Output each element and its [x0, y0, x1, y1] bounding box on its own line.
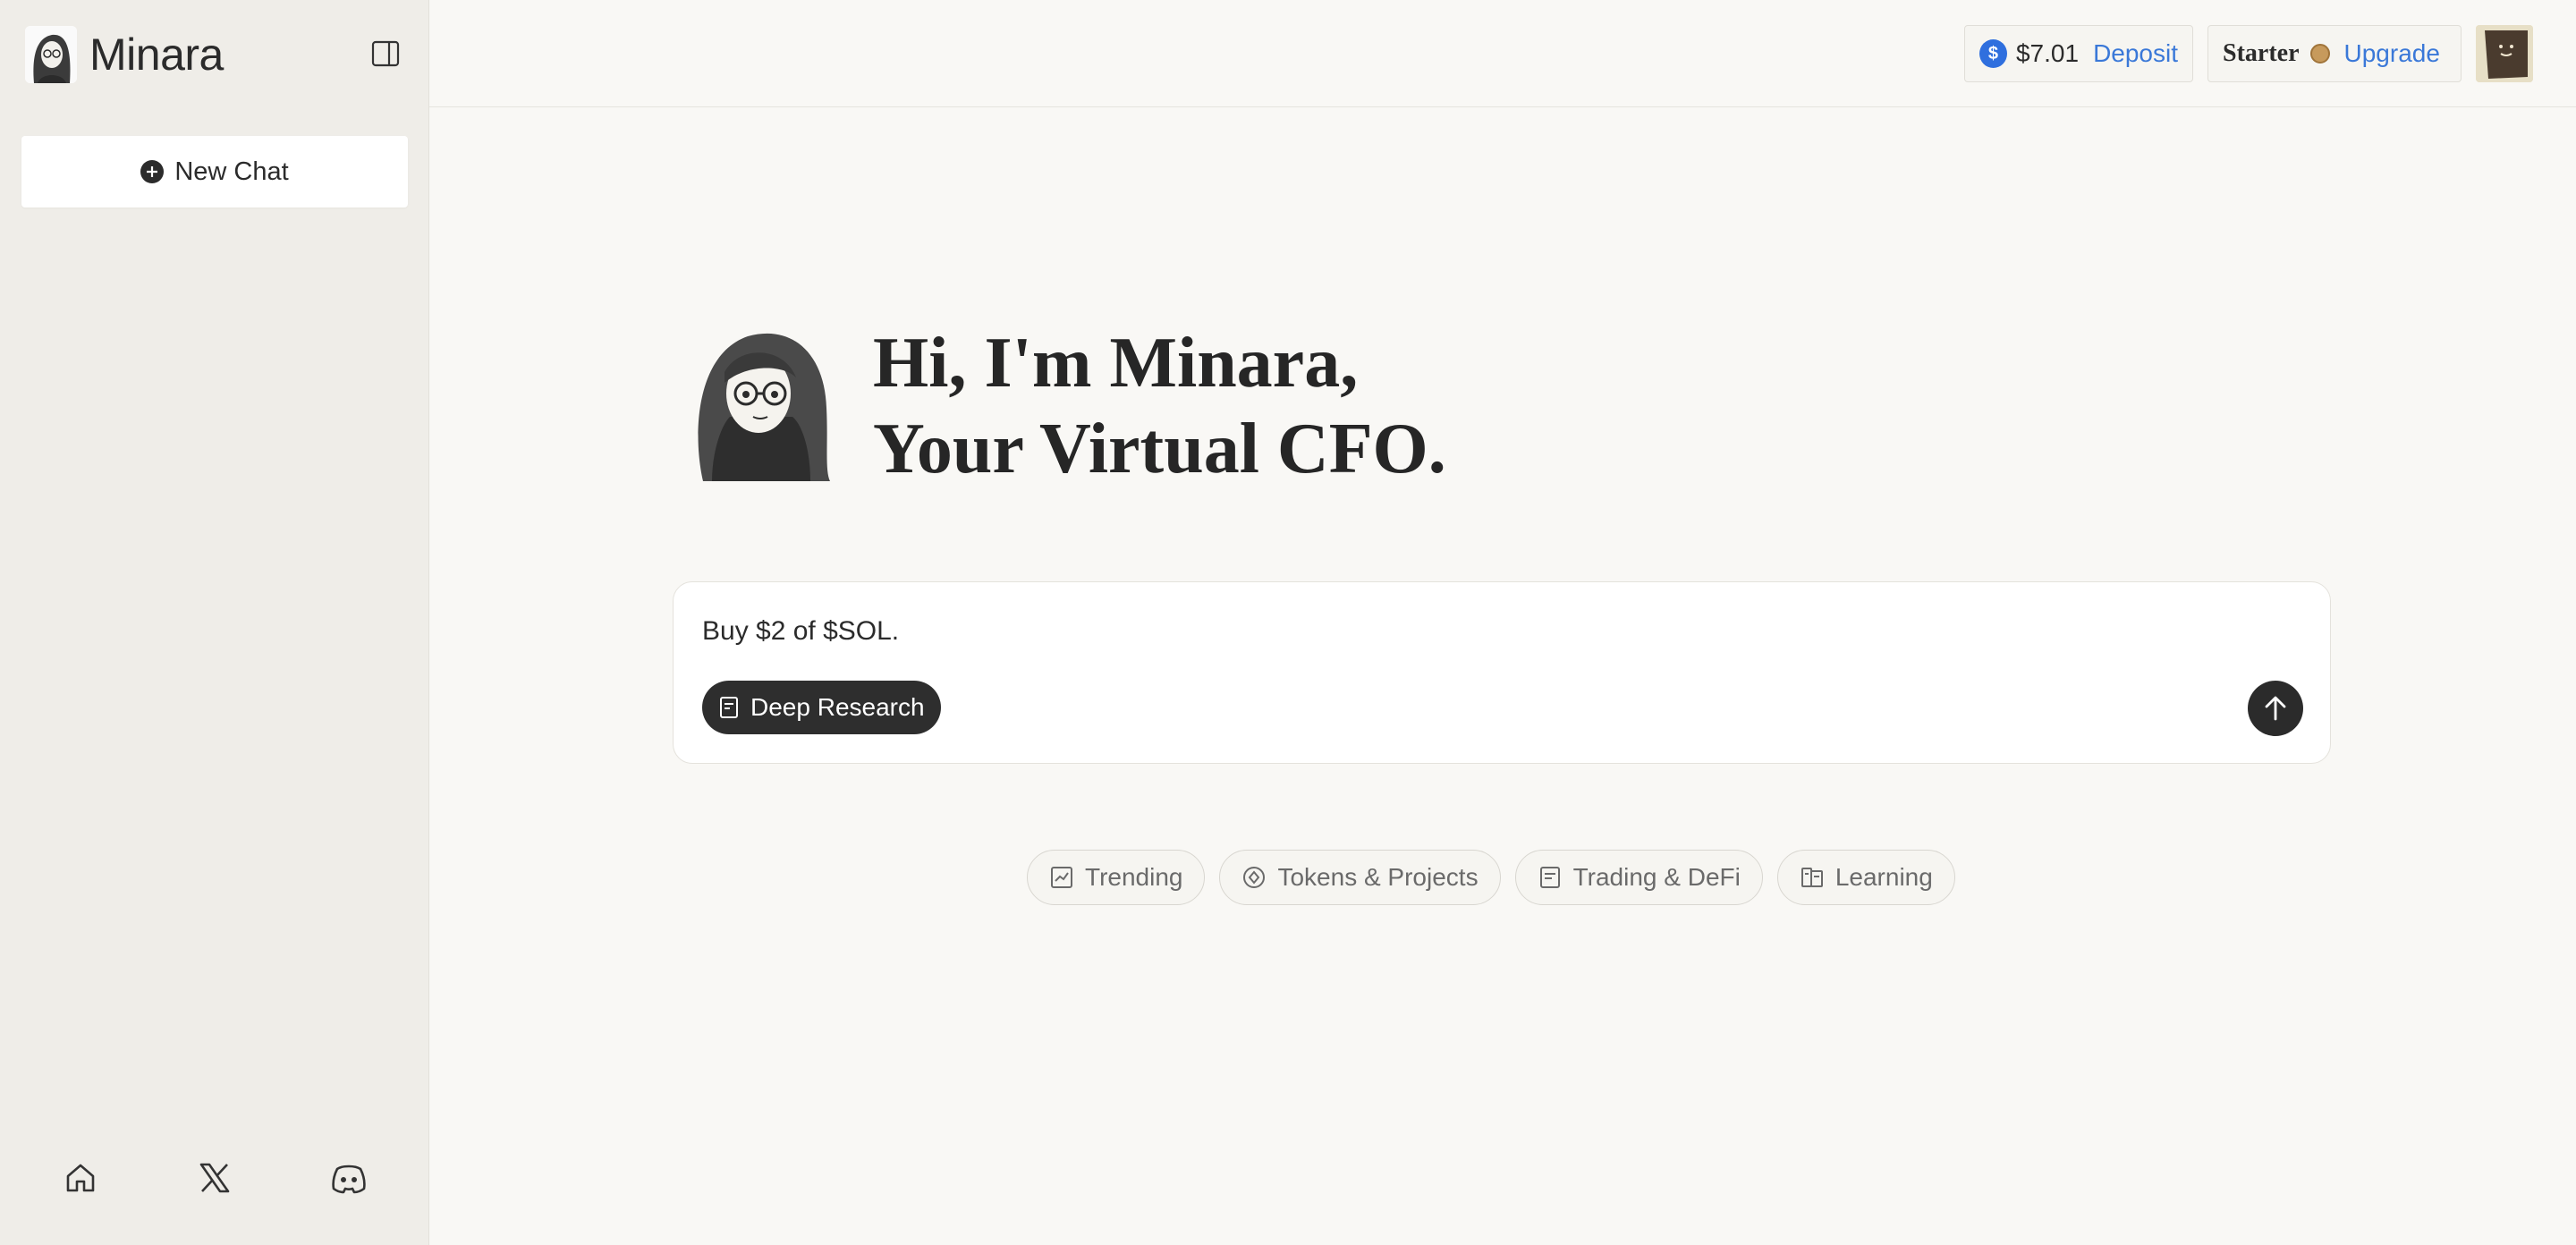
- app-root: Minara New Chat $ $7.01 Deposit Starter …: [0, 0, 2576, 1245]
- plus-circle-icon: [140, 160, 165, 183]
- composer-input[interactable]: Buy $2 of $SOL.: [702, 616, 899, 647]
- arrow-up-icon: [2265, 696, 2286, 721]
- usdc-coin-icon: $: [1979, 39, 2007, 68]
- minara-logo-avatar: [25, 26, 77, 83]
- new-chat-label: New Chat: [174, 157, 289, 186]
- chip-label: Trading & DeFi: [1572, 863, 1741, 891]
- chip-label: Learning: [1835, 863, 1933, 891]
- user-avatar[interactable]: [2476, 25, 2533, 82]
- sidebar: Minara New Chat: [0, 0, 429, 1245]
- deep-research-label: Deep Research: [750, 693, 925, 721]
- plan-badge-icon: [2309, 44, 2330, 64]
- chip-learning[interactable]: Learning: [1776, 850, 1955, 905]
- chip-trending[interactable]: Trending: [1027, 850, 1206, 905]
- upgrade-link[interactable]: Upgrade: [2344, 39, 2440, 68]
- top-bar: $ $7.01 Deposit Starter Upgrade: [429, 0, 2576, 107]
- deposit-link[interactable]: Deposit: [2093, 39, 2178, 68]
- token-icon: [1243, 867, 1266, 888]
- sidebar-toggle-button[interactable]: [368, 36, 403, 72]
- chat-composer[interactable]: Buy $2 of $SOL. Deep Research: [673, 581, 2331, 764]
- deep-research-button[interactable]: Deep Research: [702, 681, 941, 734]
- suggestion-chips: Trending Tokens & Projects Trading & DeF…: [1027, 850, 1955, 905]
- chip-tokens-projects[interactable]: Tokens & Projects: [1219, 850, 1501, 905]
- book-icon: [1801, 868, 1823, 887]
- sidebar-footer: [0, 1147, 429, 1209]
- send-button[interactable]: [2248, 681, 2303, 736]
- main-area: $ $7.01 Deposit Starter Upgrade Hi, I'm …: [429, 0, 2576, 1245]
- hero: Hi, I'm Minara, Your Virtual CFO.: [685, 318, 1758, 488]
- hero-line-1: Hi, I'm Minara,: [873, 324, 1359, 402]
- chip-label: Trending: [1085, 863, 1183, 891]
- hero-headline: Hi, I'm Minara, Your Virtual CFO.: [873, 320, 1446, 492]
- sidebar-header: Minara: [25, 25, 403, 84]
- balance-amount: $7.01: [2015, 39, 2080, 67]
- minara-portrait: [685, 318, 837, 481]
- sidebar-panel-icon: [371, 40, 400, 67]
- discord-icon[interactable]: [326, 1156, 371, 1200]
- wallet-balance-box: $ $7.01 Deposit: [1964, 25, 2193, 82]
- document-icon: [720, 697, 738, 718]
- new-chat-button[interactable]: New Chat: [21, 136, 408, 208]
- x-logo-icon[interactable]: [192, 1156, 237, 1200]
- app-name: Minara: [89, 30, 224, 80]
- home-icon[interactable]: [58, 1156, 103, 1200]
- hero-line-2: Your Virtual CFO.: [873, 410, 1446, 488]
- chip-trading-defi[interactable]: Trading & DeFi: [1514, 850, 1763, 905]
- plan-name: Starter: [2223, 39, 2300, 67]
- chart-icon: [1051, 867, 1072, 888]
- document-icon: [1539, 867, 1560, 888]
- plan-box: Starter Upgrade: [2207, 25, 2462, 82]
- chip-label: Tokens & Projects: [1277, 863, 1479, 891]
